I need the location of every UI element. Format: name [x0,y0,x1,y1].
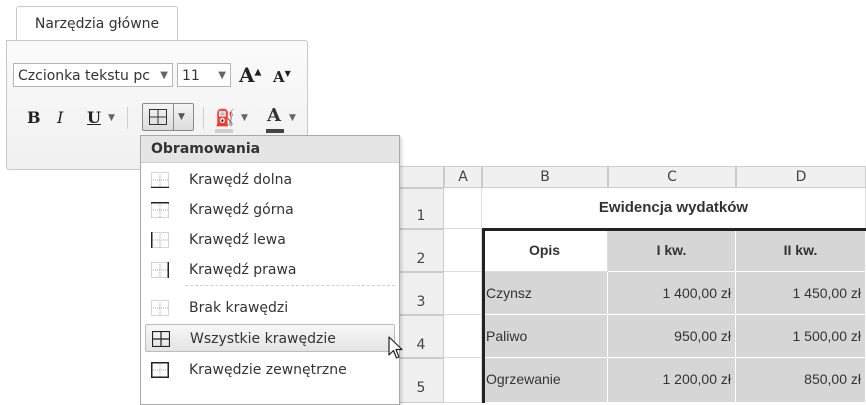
row-header-3[interactable]: 3 [398,272,444,315]
column-header-a[interactable]: A [444,166,482,188]
table-cell[interactable]: 850,00 zł [736,358,866,403]
border-top-icon [151,202,169,218]
separator [203,107,204,129]
cell-a2[interactable] [444,229,482,272]
cell-a3[interactable] [444,272,482,315]
cell-a1[interactable] [444,188,482,229]
no-border-icon [151,300,169,316]
grow-font-button[interactable]: A▲ [239,63,261,87]
bold-button[interactable]: B [27,105,41,131]
fill-color-dropdown-icon[interactable]: ▼ [241,105,248,131]
table-cell[interactable]: 1 450,00 zł [736,272,866,315]
chevron-down-icon[interactable]: ▼ [218,64,226,86]
menu-item-label: Wszystkie krawędzie [190,331,336,347]
menu-item-bottom-border[interactable]: Krawędź dolna [145,166,395,194]
chevron-down-icon[interactable]: ▼ [160,64,168,86]
menu-separator [185,285,395,286]
row-header-2[interactable]: 2 [398,229,444,272]
menu-item-label: Krawędź górna [189,202,294,218]
menu-item-left-border[interactable]: Krawędź lewa [145,226,395,254]
header-cell-q2[interactable]: II kw. [736,229,866,272]
separator [127,107,128,129]
row-header-1[interactable]: 1 [398,188,444,229]
menu-item-label: Brak krawędzi [189,300,289,316]
menu-header: Obramowania [141,136,399,163]
font-color-button[interactable]: A [266,103,284,133]
chevron-down-icon[interactable]: ▼ [178,104,185,130]
menu-item-right-border[interactable]: Krawędź prawa [145,256,395,284]
font-name-value: Czcionka tekstu pc [18,68,150,84]
paint-bucket-icon: ⛽ [215,108,235,127]
cell-a5[interactable] [444,358,482,403]
spreadsheet-grid: A B C D 1 2 3 4 5 Ewidencja wydatków Opi… [398,166,866,403]
italic-button[interactable]: I [57,105,63,131]
font-size-value: 11 [182,68,200,84]
outside-borders-icon [151,362,169,378]
select-all-corner[interactable] [398,166,444,188]
menu-item-label: Krawędź dolna [189,172,293,188]
menu-item-label: Krawędź lewa [189,232,286,248]
header-cell-q1[interactable]: I kw. [608,229,736,272]
font-color-dropdown-icon[interactable]: ▼ [289,105,296,131]
table-cell[interactable]: 950,00 zł [608,315,736,358]
font-size-combo[interactable]: 11 ▼ [177,63,231,87]
cell-a4[interactable] [444,315,482,358]
table-cell[interactable]: Paliwo [482,315,608,358]
shrink-font-button[interactable]: A▼ [273,68,291,86]
mouse-cursor-icon [388,336,403,359]
menu-item-label: Krawędzie zewnętrzne [189,362,347,378]
all-borders-icon [149,109,167,125]
menu-item-label: Krawędź prawa [189,262,297,278]
column-header-b[interactable]: B [482,166,608,188]
borders-dropdown-menu: Obramowania Krawędź dolna Krawędź górna … [140,135,403,405]
table-cell[interactable]: 1 200,00 zł [608,358,736,403]
table-cell[interactable]: 1 400,00 zł [608,272,736,315]
underline-dropdown-icon[interactable]: ▼ [108,105,115,131]
column-header-d[interactable]: D [736,166,866,188]
table-title-cell[interactable]: Ewidencja wydatków [482,188,866,229]
menu-item-outside-borders[interactable]: Krawędzie zewnętrzne [145,356,395,384]
underline-button[interactable]: U [87,105,101,131]
font-name-combo[interactable]: Czcionka tekstu pc ▼ [13,63,173,87]
border-left-icon [151,232,169,248]
header-cell-opis[interactable]: Opis [482,229,608,272]
row-header-5[interactable]: 5 [398,358,444,403]
menu-item-all-borders[interactable]: Wszystkie krawędzie [145,324,395,352]
border-right-icon [151,262,169,278]
fill-color-button[interactable]: ⛽ [215,105,235,133]
table-cell[interactable]: 1 500,00 zł [736,315,866,358]
table-cell[interactable]: Czynsz [482,272,608,315]
menu-item-no-border[interactable]: Brak krawędzi [145,294,395,322]
menu-item-top-border[interactable]: Krawędź górna [145,196,395,224]
borders-button[interactable]: ▼ [142,103,194,131]
tab-home[interactable]: Narzędzia główne [16,6,178,41]
column-header-c[interactable]: C [608,166,736,188]
all-borders-icon [152,331,170,347]
tab-home-label: Narzędzia główne [34,16,160,32]
table-cell[interactable]: Ogrzewanie [482,358,608,403]
border-bottom-icon [151,172,169,188]
